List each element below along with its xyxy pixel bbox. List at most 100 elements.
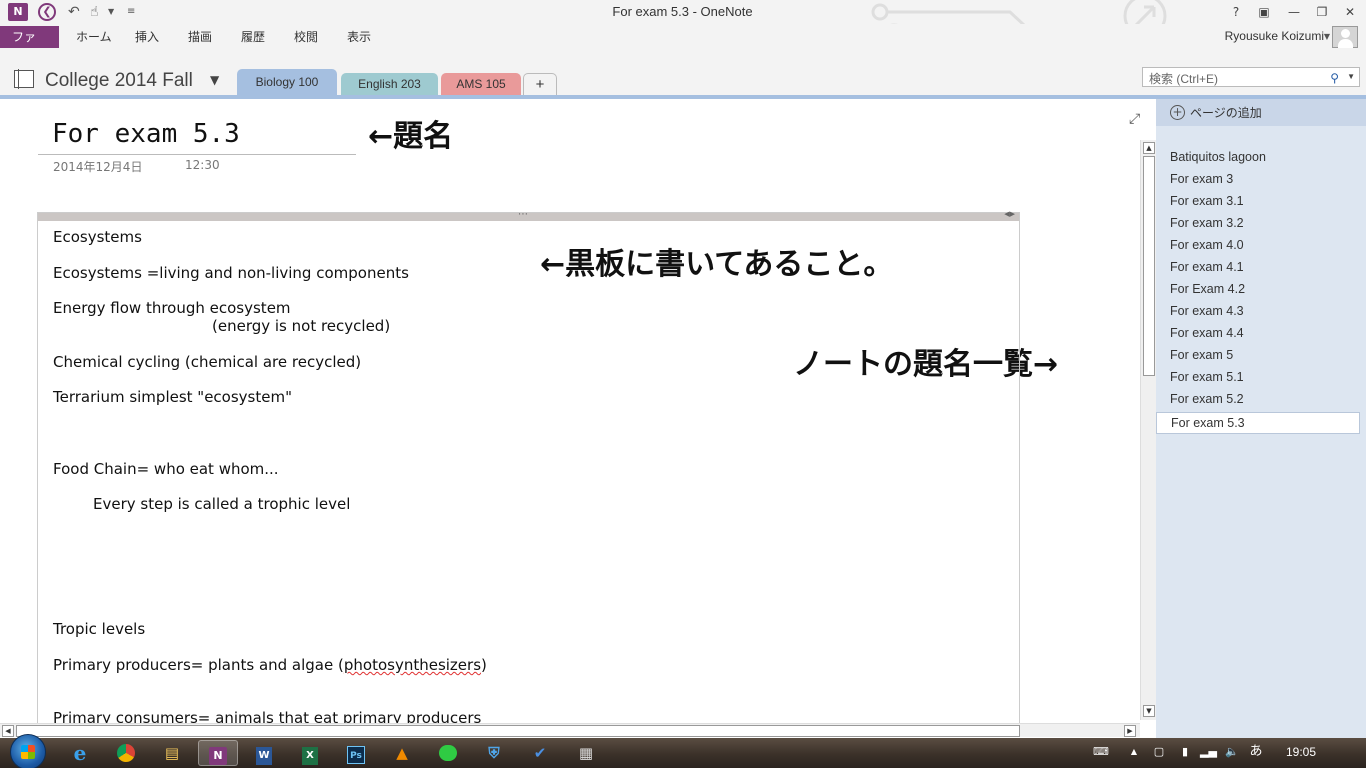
undo-icon[interactable]: ↶ xyxy=(68,2,80,22)
scroll-up-icon[interactable]: ▲ xyxy=(1143,142,1155,154)
scroll-down-icon[interactable]: ▼ xyxy=(1143,705,1155,717)
page-item[interactable]: For exam 5.1 xyxy=(1156,367,1360,389)
page-item-active[interactable]: For exam 5.3 xyxy=(1156,412,1360,434)
user-name[interactable]: Ryousuke Koizumi xyxy=(1225,29,1324,43)
chrome-icon[interactable] xyxy=(106,740,146,766)
user-avatar-icon[interactable] xyxy=(1332,26,1358,48)
full-screen-icon[interactable]: ▣ xyxy=(1253,3,1275,21)
page-title[interactable]: For exam 5.3 xyxy=(52,119,240,149)
note-line[interactable]: Ecosystems =living and non-living compon… xyxy=(53,264,409,282)
page-item[interactable]: For exam 3.1 xyxy=(1156,191,1360,213)
network-signal-icon[interactable]: ▂▄ xyxy=(1200,745,1217,759)
vertical-scroll-thumb[interactable] xyxy=(1143,156,1155,376)
note-container[interactable]: ⋯ ◀▶ Ecosystems Ecosystems =living and n… xyxy=(37,209,1020,723)
touch-mode-icon[interactable]: ☝ xyxy=(90,2,99,22)
scroll-left-icon[interactable]: ◀ xyxy=(2,725,14,737)
page-canvas[interactable]: For exam 5.3 2014年12月4日 12:30 ⤢ ←題名 ←黒板に… xyxy=(0,99,1140,723)
clock[interactable]: 19:05 xyxy=(1286,745,1316,759)
excel-icon[interactable]: X xyxy=(290,740,330,766)
action-center-icon[interactable]: ▢ xyxy=(1151,745,1167,759)
page-item[interactable]: For exam 3 xyxy=(1156,169,1360,191)
horizontal-scrollbar[interactable]: ◀ ▶ xyxy=(0,723,1140,737)
resize-arrows-icon[interactable]: ◀▶ xyxy=(1004,210,1015,218)
section-tab-biology[interactable]: Biology 100 xyxy=(237,69,337,96)
tab-history[interactable]: 履歴 xyxy=(231,26,275,48)
tab-insert[interactable]: 挿入 xyxy=(125,26,169,48)
calculator-icon[interactable]: ▦ xyxy=(566,740,606,766)
line-messenger-icon[interactable] xyxy=(428,740,468,766)
internet-explorer-icon[interactable]: e xyxy=(60,740,100,766)
note-line[interactable]: Primary producers= plants and algae (pho… xyxy=(53,656,487,674)
touch-mode-dropdown-icon[interactable]: ▼ xyxy=(108,2,114,22)
keyboard-icon[interactable]: ⌨ xyxy=(1093,745,1109,759)
tab-view[interactable]: 表示 xyxy=(337,26,381,48)
security-shield-icon[interactable]: ⛨ xyxy=(474,740,514,766)
word-icon[interactable]: W xyxy=(244,740,284,766)
title-bar: N ❮ ↶ ☝ ▼ ≡ For exam 5.3 - OneNote ? ▣ —… xyxy=(0,0,1366,48)
section-tab-ams[interactable]: AMS 105 xyxy=(441,73,521,96)
horizontal-scroll-thumb[interactable] xyxy=(16,725,1020,737)
restore-icon[interactable]: ❐ xyxy=(1311,3,1333,21)
note-line[interactable]: Terrarium simplest "ecosystem" xyxy=(53,388,292,406)
note-text: ) xyxy=(481,656,487,674)
minimize-icon[interactable]: — xyxy=(1283,3,1305,21)
search-icon[interactable]: ⚲ xyxy=(1330,71,1339,85)
vertical-scrollbar[interactable]: ▲ ▼ xyxy=(1140,140,1156,720)
page-item[interactable]: For exam 3.2 xyxy=(1156,213,1360,235)
start-button-icon[interactable] xyxy=(10,734,46,768)
page-item[interactable]: For exam 4.4 xyxy=(1156,323,1360,345)
note-line[interactable]: Chemical cycling (chemical are recycled) xyxy=(53,353,361,371)
note-line[interactable]: Food Chain= who eat whom... xyxy=(53,460,279,478)
page-item[interactable]: For exam 5.2 xyxy=(1156,389,1360,411)
ime-indicator[interactable]: あ xyxy=(1248,745,1264,759)
tab-draw[interactable]: 描画 xyxy=(178,26,222,48)
window-title: For exam 5.3 - OneNote xyxy=(612,4,753,19)
notebook-icon[interactable] xyxy=(14,69,34,89)
page-item[interactable]: For exam 4.0 xyxy=(1156,235,1360,257)
tab-review[interactable]: 校閲 xyxy=(284,26,328,48)
page-item[interactable]: For exam 5 xyxy=(1156,345,1360,367)
move-grip-icon[interactable]: ⋯ xyxy=(518,209,528,220)
search-scope-dropdown-icon[interactable]: ▼ xyxy=(1347,72,1355,81)
note-line[interactable]: (energy is not recycled) xyxy=(212,317,390,335)
note-text: Primary producers= plants and algae ( xyxy=(53,656,344,674)
volume-icon[interactable]: 🔈 xyxy=(1224,745,1240,759)
battery-icon[interactable]: ▮ xyxy=(1177,745,1193,759)
scroll-right-icon[interactable]: ▶ xyxy=(1124,725,1136,737)
page-item[interactable]: For exam 4.3 xyxy=(1156,301,1360,323)
note-line[interactable]: Primary consumers= animals that eat prim… xyxy=(53,709,481,723)
help-icon[interactable]: ? xyxy=(1225,3,1247,21)
add-section-button[interactable]: + xyxy=(523,73,557,96)
vlc-icon[interactable]: ▲ xyxy=(382,740,422,766)
note-line[interactable]: Every step is called a trophic level xyxy=(93,495,350,513)
misspelled-word[interactable]: photosynthesizers xyxy=(344,656,481,674)
notebook-dropdown-icon[interactable]: ▼ xyxy=(210,73,219,87)
note-container-handle[interactable]: ⋯ ◀▶ xyxy=(38,209,1019,221)
onenote-taskbar-icon[interactable]: N xyxy=(198,740,238,766)
tab-home[interactable]: ホーム xyxy=(66,26,122,48)
user-dropdown-icon[interactable]: ▼ xyxy=(1324,32,1330,41)
show-hidden-icons-icon[interactable]: ▲ xyxy=(1126,745,1142,759)
expand-page-icon[interactable]: ⤢ xyxy=(1129,111,1140,127)
section-tab-english[interactable]: English 203 xyxy=(341,73,438,96)
note-line[interactable]: Ecosystems xyxy=(53,228,142,246)
search-input[interactable]: 検索 (Ctrl+E) ⚲ ▼ xyxy=(1142,67,1360,87)
page-item[interactable]: For exam 4.1 xyxy=(1156,257,1360,279)
file-explorer-icon[interactable]: ▤ xyxy=(152,740,192,766)
photoshop-icon[interactable]: Ps xyxy=(336,740,376,766)
add-circle-icon: + xyxy=(1170,105,1185,120)
ribbon-tabs: ファイル ホーム 挿入 描画 履歴 校閲 表示 xyxy=(0,24,1366,66)
page-item[interactable]: For Exam 4.2 xyxy=(1156,279,1360,301)
back-icon[interactable]: ❮ xyxy=(38,3,56,21)
app-icon[interactable]: ✔ xyxy=(520,740,560,766)
close-icon[interactable]: ✕ xyxy=(1339,3,1361,21)
tab-file[interactable]: ファイル xyxy=(0,26,59,66)
add-page-button[interactable]: + ページの追加 xyxy=(1156,99,1366,126)
page-item[interactable]: Batiquitos lagoon xyxy=(1156,147,1360,169)
customize-quick-access-icon[interactable]: ≡ xyxy=(127,2,135,22)
onenote-logo-icon[interactable]: N xyxy=(8,3,28,21)
note-line[interactable]: Tropic levels xyxy=(53,620,145,638)
notebook-name[interactable]: College 2014 Fall xyxy=(45,70,193,92)
page-time: 12:30 xyxy=(185,158,220,172)
note-line[interactable]: Energy flow through ecosystem xyxy=(53,299,291,317)
